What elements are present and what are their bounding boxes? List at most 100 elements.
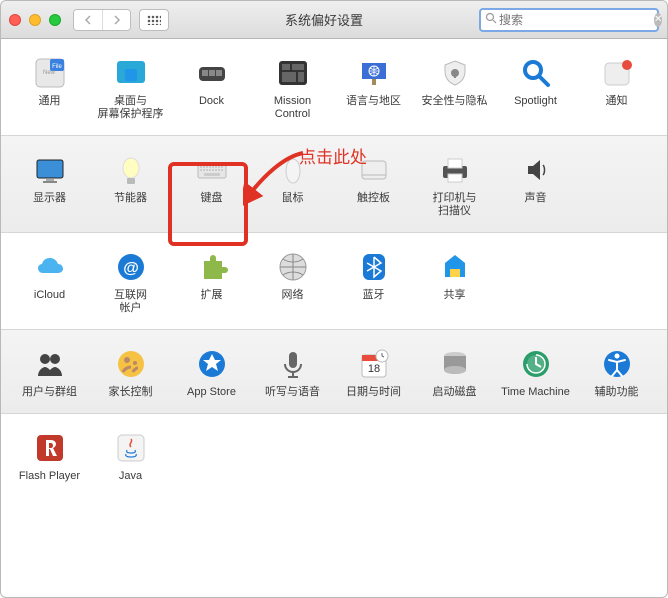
desktop-icon <box>113 55 149 91</box>
pref-desktop[interactable]: 桌面与 屏幕保护程序 <box>90 51 171 125</box>
pref-internet-accounts[interactable]: @ 互联网 帐户 <box>90 245 171 319</box>
accessibility-icon <box>599 346 635 382</box>
prefs-section-2: 显示器 节能器 键盘 鼠标 <box>1 136 667 233</box>
pref-timemachine[interactable]: Time Machine <box>495 342 576 403</box>
search-icon <box>485 12 497 27</box>
traffic-lights <box>9 14 61 26</box>
pref-label: 语言与地区 <box>346 95 401 108</box>
security-icon <box>437 55 473 91</box>
show-all-button[interactable] <box>139 9 169 31</box>
prefs-section-3: iCloud @ 互联网 帐户 扩展 网络 <box>1 233 667 330</box>
grid-icon <box>147 15 161 25</box>
keyboard-icon <box>194 152 230 188</box>
system-preferences-window: 系统偏好设置 ✕ FileNew 通用 桌面与 屏幕保护程序 <box>0 0 668 598</box>
pref-label: 键盘 <box>201 192 223 205</box>
extensions-icon <box>194 249 230 285</box>
svg-text:18: 18 <box>367 363 379 375</box>
prefs-section-1: FileNew 通用 桌面与 屏幕保护程序 Dock Mis <box>1 39 667 136</box>
pref-label: Java <box>119 470 142 483</box>
pref-energy[interactable]: 节能器 <box>90 148 171 222</box>
icloud-icon <box>32 249 68 285</box>
forward-button[interactable] <box>102 10 130 30</box>
search-input[interactable] <box>499 13 654 27</box>
pref-network[interactable]: 网络 <box>252 245 333 319</box>
parental-icon <box>113 346 149 382</box>
timemachine-icon <box>518 346 554 382</box>
pref-label: 共享 <box>444 289 466 302</box>
java-icon <box>113 430 149 466</box>
pref-dictation[interactable]: 听写与语音 <box>252 342 333 403</box>
pref-sound[interactable]: 声音 <box>495 148 576 222</box>
pref-appstore[interactable]: App Store <box>171 342 252 403</box>
dock-icon <box>194 55 230 91</box>
pref-label: 听写与语音 <box>265 386 320 399</box>
pref-icloud[interactable]: iCloud <box>9 245 90 319</box>
datetime-icon: 18 <box>356 346 392 382</box>
pref-accessibility[interactable]: 辅助功能 <box>576 342 657 403</box>
pref-label: 鼠标 <box>282 192 304 205</box>
minimize-icon[interactable] <box>29 14 41 26</box>
pref-sharing[interactable]: 共享 <box>414 245 495 319</box>
pref-bluetooth[interactable]: 蓝牙 <box>333 245 414 319</box>
pref-trackpad[interactable]: 触控板 <box>333 148 414 222</box>
back-button[interactable] <box>74 10 102 30</box>
pref-displays[interactable]: 显示器 <box>9 148 90 222</box>
pref-label: 扩展 <box>201 289 223 302</box>
pref-users[interactable]: 用户与群组 <box>9 342 90 403</box>
pref-flash[interactable]: Flash Player <box>9 426 90 487</box>
pref-dock[interactable]: Dock <box>171 51 252 125</box>
startup-disk-icon <box>437 346 473 382</box>
pref-label: 显示器 <box>33 192 66 205</box>
pref-notifications[interactable]: 通知 <box>576 51 657 125</box>
pref-printers[interactable]: 打印机与 扫描仪 <box>414 148 495 222</box>
flash-icon <box>32 430 68 466</box>
pref-label: 辅助功能 <box>595 386 639 399</box>
dictation-icon <box>275 346 311 382</box>
mouse-icon <box>275 152 311 188</box>
zoom-icon[interactable] <box>49 14 61 26</box>
language-icon <box>356 55 392 91</box>
pref-label: 蓝牙 <box>363 289 385 302</box>
bluetooth-icon <box>356 249 392 285</box>
pref-label: iCloud <box>34 289 65 302</box>
pref-language[interactable]: 语言与地区 <box>333 51 414 125</box>
sound-icon <box>518 152 554 188</box>
pref-label: 互联网 帐户 <box>114 289 147 315</box>
internet-accounts-icon: @ <box>113 249 149 285</box>
pref-spotlight[interactable]: Spotlight <box>495 51 576 125</box>
pref-label: 节能器 <box>114 192 147 205</box>
pref-label: 日期与时间 <box>346 386 401 399</box>
close-icon[interactable] <box>9 14 21 26</box>
prefs-section-4: 用户与群组 家长控制 App Store 听写与语音 <box>1 330 667 414</box>
pref-label: Mission Control <box>274 95 311 121</box>
window-title: 系统偏好设置 <box>177 10 471 29</box>
pref-datetime[interactable]: 18 日期与时间 <box>333 342 414 403</box>
svg-text:New: New <box>43 70 56 76</box>
display-icon <box>32 152 68 188</box>
search-field[interactable]: ✕ <box>479 8 659 32</box>
pref-mission-control[interactable]: Mission Control <box>252 51 333 125</box>
svg-text:@: @ <box>123 260 139 277</box>
pref-label: 声音 <box>525 192 547 205</box>
prefs-section-5: Flash Player Java <box>1 414 667 497</box>
pref-label: 启动磁盘 <box>433 386 477 399</box>
pref-label: Dock <box>199 95 224 108</box>
clear-search-icon[interactable]: ✕ <box>654 13 662 27</box>
mission-control-icon <box>275 55 311 91</box>
pref-label: 用户与群组 <box>22 386 77 399</box>
chevron-right-icon <box>113 15 121 25</box>
pref-security[interactable]: 安全性与隐私 <box>414 51 495 125</box>
pref-label: 打印机与 扫描仪 <box>433 192 477 218</box>
pref-java[interactable]: Java <box>90 426 171 487</box>
pref-label: 通用 <box>39 95 61 108</box>
pref-label: 网络 <box>282 289 304 302</box>
pref-startup[interactable]: 启动磁盘 <box>414 342 495 403</box>
pref-parental[interactable]: 家长控制 <box>90 342 171 403</box>
pref-mouse[interactable]: 鼠标 <box>252 148 333 222</box>
notifications-icon <box>599 55 635 91</box>
general-icon: FileNew <box>32 55 68 91</box>
network-icon <box>275 249 311 285</box>
pref-keyboard[interactable]: 键盘 <box>171 148 252 222</box>
pref-general[interactable]: FileNew 通用 <box>9 51 90 125</box>
pref-extensions[interactable]: 扩展 <box>171 245 252 319</box>
